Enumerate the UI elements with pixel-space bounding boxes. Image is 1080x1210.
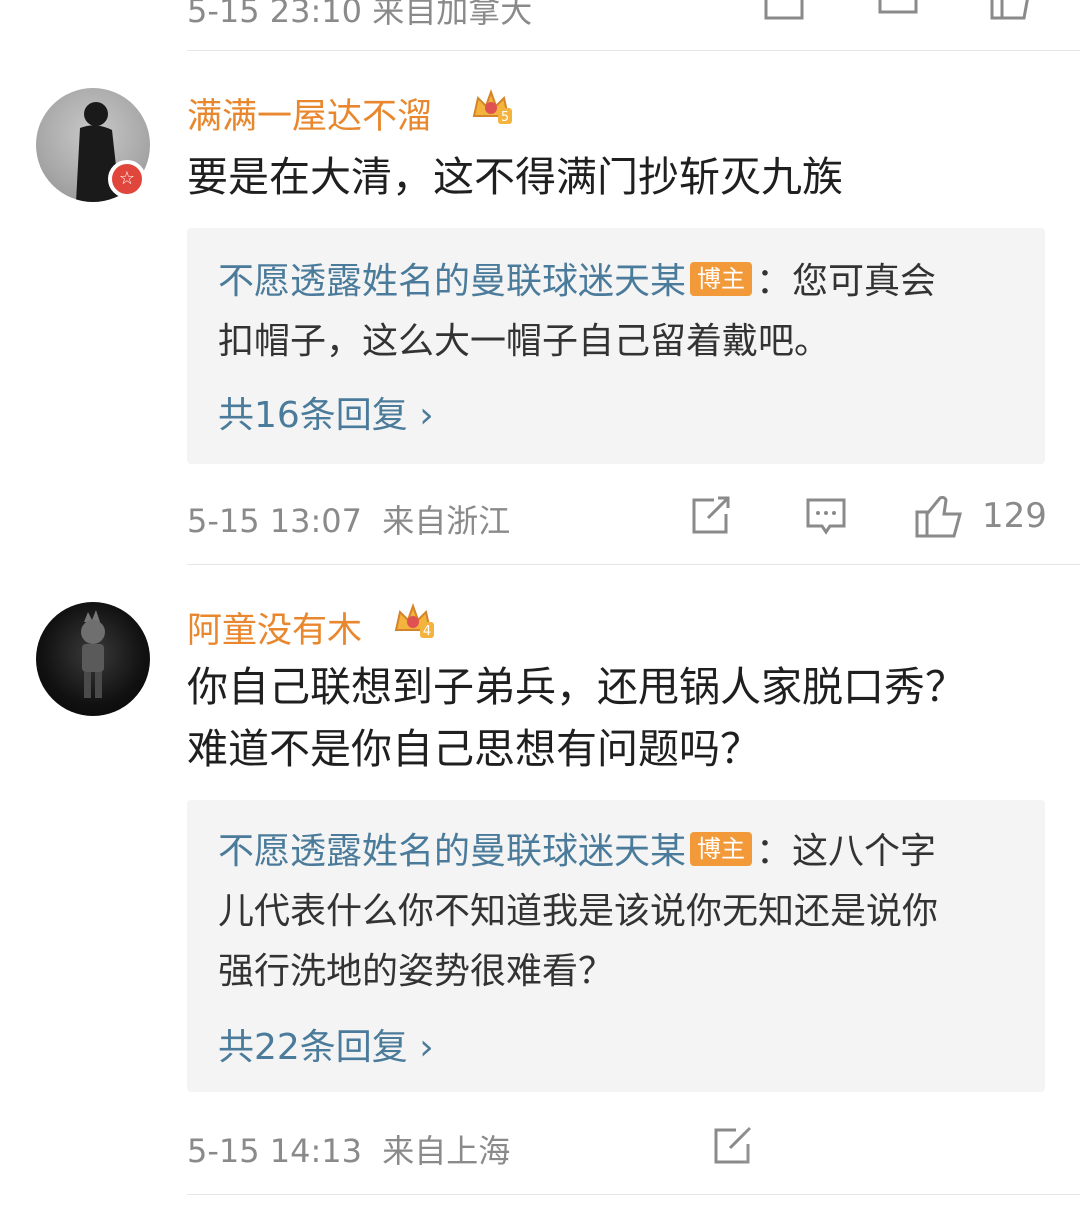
figurine-image bbox=[81, 610, 105, 698]
divider bbox=[187, 1194, 1080, 1195]
vip-crown-icon: 5 bbox=[472, 89, 512, 125]
svg-text:5: 5 bbox=[501, 110, 509, 125]
reply-author[interactable]: 不愿透露姓名的曼联球迷天某 bbox=[218, 261, 686, 302]
comment-location: 来自浙江 bbox=[382, 502, 511, 540]
share-icon[interactable] bbox=[762, 0, 806, 22]
comment-location: 来自上海 bbox=[382, 1132, 511, 1170]
comment-time: 5-15 13:07 bbox=[187, 502, 363, 540]
avatar[interactable] bbox=[36, 602, 150, 716]
reply-text: 扣帽子，这么大一帽子自己留着戴吧。 bbox=[218, 321, 831, 362]
reply-text: ：这八个字 bbox=[756, 831, 937, 872]
like-icon[interactable] bbox=[914, 494, 964, 538]
like-count: 129 bbox=[982, 496, 1047, 536]
comment-meta: 5-15 13:07 来自浙江 bbox=[187, 496, 510, 542]
svg-text:4: 4 bbox=[423, 624, 431, 639]
reply-author[interactable]: 不愿透露姓名的曼联球迷天某 bbox=[218, 831, 686, 872]
reply-text: 强行洗地的姿势很难看？ bbox=[218, 951, 615, 992]
reply-preview-box[interactable]: 不愿透露姓名的曼联球迷天某 博主 ：您可真会 扣帽子，这么大一帽子自己留着戴吧。 共… bbox=[187, 228, 1045, 464]
divider bbox=[187, 564, 1080, 565]
share-icon[interactable] bbox=[690, 496, 734, 536]
comment-time: 5-15 14:13 bbox=[187, 1132, 363, 1170]
comment-text: 你自己联想到子弟兵，还甩锅人家脱口秀？ bbox=[187, 663, 966, 711]
verified-badge-icon: ☆ bbox=[108, 160, 146, 198]
author-badge: 博主 bbox=[690, 832, 753, 866]
comment-icon[interactable] bbox=[804, 496, 848, 536]
comment-username[interactable]: 阿童没有木 bbox=[187, 602, 362, 653]
author-badge: 博主 bbox=[690, 262, 753, 296]
reply-preview-box[interactable]: 不愿透露姓名的曼联球迷天某 博主 ：这八个字 儿代表什么你不知道我是该说你无知还是说… bbox=[187, 800, 1045, 1092]
comment-feed: 5-15 23:10 来自加拿大 ☆ 满满一屋达不溜 5 要是在大清，这不得满门… bbox=[0, 0, 1080, 1210]
reply-line: 不愿透露姓名的曼联球迷天某 博主 ：这八个字 bbox=[218, 822, 936, 882]
view-more-replies-link[interactable]: 共16条回复 › bbox=[218, 386, 434, 438]
vip-crown-icon: 4 bbox=[394, 603, 434, 639]
comment-meta: 5-15 14:13 来自上海 bbox=[187, 1126, 510, 1172]
reply-text: ：您可真会 bbox=[756, 261, 937, 302]
comment-icon[interactable] bbox=[876, 0, 920, 22]
comment-text: 要是在大清，这不得满门抄斩灭九族 bbox=[187, 153, 843, 201]
reply-text: 儿代表什么你不知道我是该说你无知还是说你 bbox=[218, 891, 939, 932]
like-icon[interactable] bbox=[988, 0, 1032, 22]
previous-comment-actions bbox=[0, 0, 1080, 22]
view-more-replies-link[interactable]: 共22条回复 › bbox=[218, 1018, 434, 1070]
reply-line: 不愿透露姓名的曼联球迷天某 博主 ：您可真会 bbox=[218, 252, 936, 312]
divider bbox=[187, 50, 1080, 51]
comment-username[interactable]: 满满一屋达不溜 bbox=[187, 88, 432, 139]
comment-text: 难道不是你自己思想有问题吗？ bbox=[187, 725, 761, 773]
fade-overlay bbox=[740, 1118, 1080, 1188]
